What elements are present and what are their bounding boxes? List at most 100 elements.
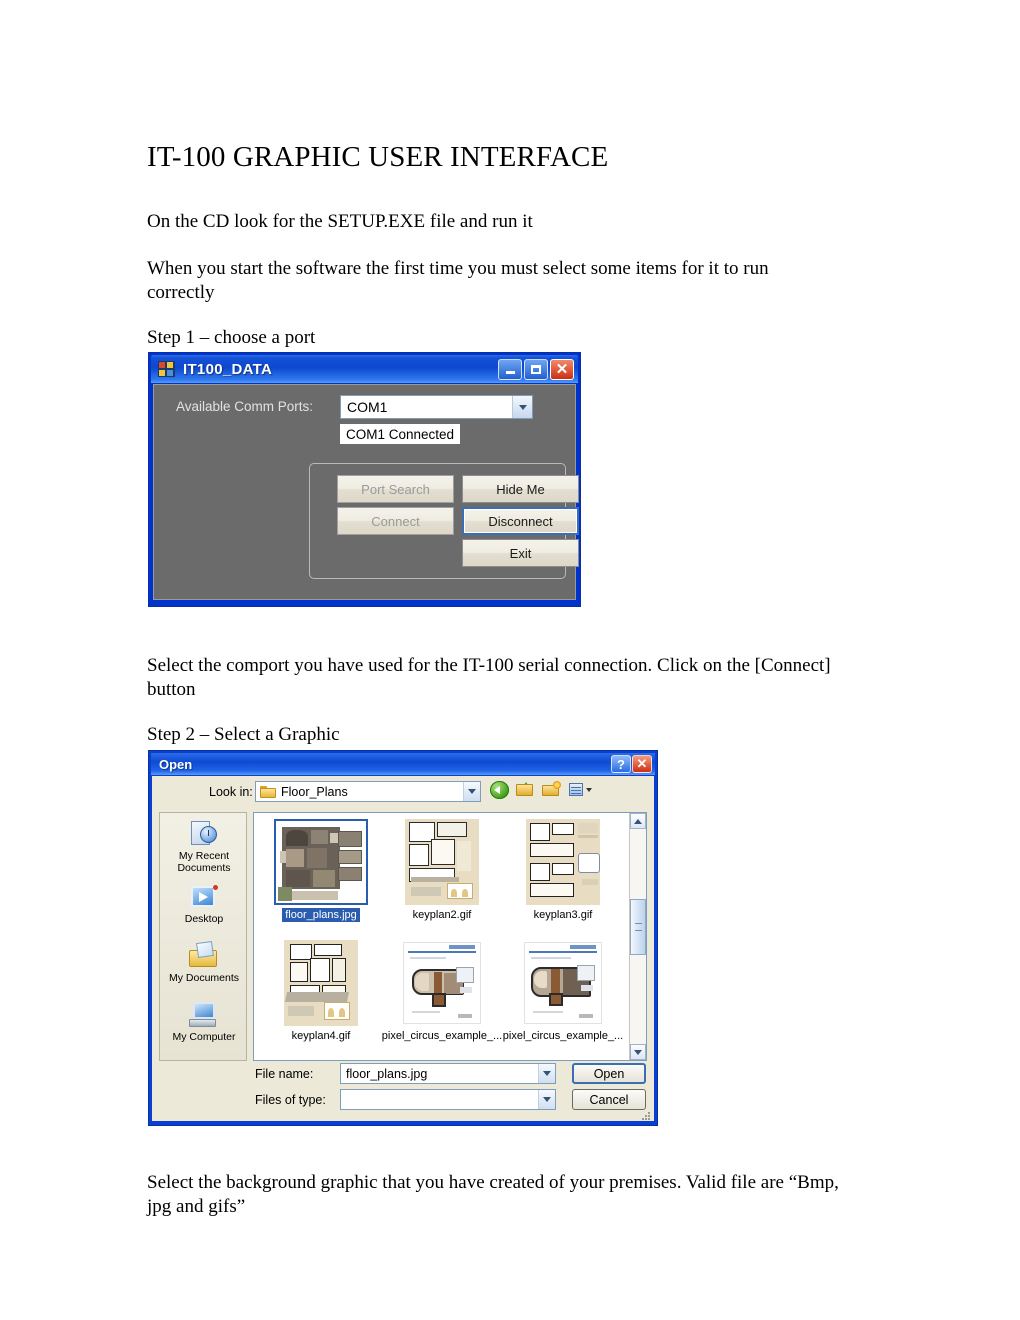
- maximize-button[interactable]: [524, 358, 548, 380]
- new-folder-icon[interactable]: [542, 781, 561, 799]
- file-name-input[interactable]: floor_plans.jpg: [340, 1063, 556, 1084]
- file-thumbnail[interactable]: [274, 819, 368, 905]
- chevron-down-icon[interactable]: [463, 782, 480, 801]
- places-bar: My Recent Documents Desktop My Documents …: [159, 812, 247, 1061]
- file-name-label: keyplan3.gif: [533, 909, 593, 921]
- recent-documents-icon: [187, 819, 221, 849]
- file-item[interactable]: pixel_circus_example_...: [503, 940, 623, 1043]
- file-grid: floor_plans.jpg keyplan2.gif keyplan3.gi…: [254, 813, 629, 1060]
- minimize-button[interactable]: [498, 358, 522, 380]
- scroll-down-button[interactable]: [630, 1044, 646, 1060]
- file-thumbnail[interactable]: [395, 819, 489, 905]
- grip-icon: [634, 923, 642, 931]
- scroll-up-button[interactable]: [630, 813, 646, 829]
- file-name-label: floor_plans.jpg: [282, 908, 360, 922]
- lookin-label: Look in:: [209, 785, 253, 799]
- open-dialog-client-area: Look in: Floor_Plans My Recent Documents…: [152, 776, 654, 1121]
- my-documents-icon: [187, 940, 221, 971]
- file-name-value: floor_plans.jpg: [346, 1066, 428, 1081]
- it100-button-group: Port Search Connect Hide Me Disconnect E…: [309, 463, 579, 579]
- close-button[interactable]: ✕: [632, 755, 652, 773]
- file-item[interactable]: pixel_circus_example_...: [382, 940, 502, 1043]
- document-page: IT-100 GRAPHIC USER INTERFACE On the CD …: [0, 0, 1020, 1320]
- open-dialog-toolbar: [490, 781, 592, 799]
- maximize-icon: [531, 364, 541, 374]
- place-label: Desktop: [184, 913, 224, 925]
- resize-grip[interactable]: [642, 1110, 652, 1120]
- open-file-dialog: Open ? ✕ Look in: Floor_Plans My Recent …: [148, 750, 658, 1126]
- place-desktop[interactable]: Desktop: [160, 882, 246, 926]
- back-icon[interactable]: [490, 781, 509, 799]
- views-icon[interactable]: [568, 781, 592, 799]
- it100-window-title: IT100_DATA: [183, 360, 273, 378]
- page-title: IT-100 GRAPHIC USER INTERFACE: [147, 141, 609, 174]
- close-button[interactable]: ✕: [550, 358, 574, 380]
- file-thumbnail[interactable]: [274, 940, 368, 1026]
- cancel-button[interactable]: Cancel: [572, 1089, 646, 1110]
- file-list-scrollbar[interactable]: [629, 813, 646, 1060]
- files-of-type-dropdown[interactable]: [340, 1089, 556, 1110]
- paragraph-first-run: When you start the software the first ti…: [147, 258, 769, 303]
- desktop-icon: [187, 882, 221, 912]
- port-search-button[interactable]: Port Search: [337, 475, 454, 503]
- file-name-label: pixel_circus_example_...: [381, 1030, 503, 1042]
- file-item[interactable]: floor_plans.jpg: [261, 819, 381, 922]
- exit-button[interactable]: Exit: [462, 539, 579, 567]
- file-name-label: keyplan2.gif: [412, 909, 472, 921]
- disconnect-button[interactable]: Disconnect: [462, 507, 579, 535]
- place-label: My Documents: [168, 972, 240, 984]
- file-item[interactable]: keyplan4.gif: [261, 940, 381, 1043]
- scrollbar-thumb[interactable]: [630, 899, 646, 955]
- lookin-value: Floor_Plans: [281, 784, 348, 799]
- files-of-type-field-label: Files of type:: [255, 1093, 326, 1107]
- lookin-dropdown[interactable]: Floor_Plans: [255, 781, 481, 802]
- file-name-label: pixel_circus_example_...: [502, 1030, 624, 1042]
- my-network-icon: [187, 1059, 221, 1060]
- paragraph-background-graphic: Select the background graphic that you h…: [147, 1172, 839, 1217]
- application-icon: [158, 361, 175, 377]
- it100-data-window: IT100_DATA ✕ Available Comm Ports: COM1 …: [148, 352, 581, 607]
- file-list[interactable]: floor_plans.jpg keyplan2.gif keyplan3.gi…: [253, 812, 647, 1061]
- file-name-label: keyplan4.gif: [291, 1030, 351, 1042]
- window-buttons: ✕: [498, 358, 574, 380]
- chevron-down-icon[interactable]: [512, 396, 532, 418]
- close-icon: ✕: [555, 360, 569, 378]
- open-dialog-titlebar[interactable]: Open ? ✕: [151, 753, 655, 775]
- up-one-level-icon[interactable]: [516, 781, 535, 799]
- place-my-network[interactable]: My Network: [160, 1059, 246, 1060]
- place-my-computer[interactable]: My Computer: [160, 1000, 246, 1044]
- file-item[interactable]: keyplan3.gif: [503, 819, 623, 922]
- hide-me-button[interactable]: Hide Me: [462, 475, 579, 503]
- chevron-down-icon: [634, 1049, 642, 1055]
- connection-status-text: COM1 Connected: [340, 424, 461, 444]
- file-thumbnail[interactable]: [516, 819, 610, 905]
- chevron-up-icon: [634, 818, 642, 824]
- help-button[interactable]: ?: [611, 755, 631, 773]
- comm-port-value: COM1: [347, 399, 388, 415]
- place-label: My Computer: [172, 1031, 236, 1043]
- chevron-down-icon[interactable]: [538, 1064, 555, 1083]
- lookin-row: Look in: Floor_Plans: [152, 776, 654, 808]
- file-item[interactable]: keyplan2.gif: [382, 819, 502, 922]
- it100-titlebar[interactable]: IT100_DATA ✕: [151, 355, 578, 383]
- file-thumbnail[interactable]: [395, 940, 489, 1026]
- connect-button[interactable]: Connect: [337, 507, 454, 535]
- heading-step-1: Step 1 – choose a port: [147, 327, 316, 348]
- file-thumbnail[interactable]: [516, 940, 610, 1026]
- place-my-recent-documents[interactable]: My Recent Documents: [160, 819, 246, 874]
- open-dialog-title: Open: [159, 756, 193, 772]
- available-comm-ports-label: Available Comm Ports:: [176, 399, 314, 414]
- heading-step-2: Step 2 – Select a Graphic: [147, 724, 340, 745]
- open-button[interactable]: Open: [572, 1063, 646, 1084]
- folder-icon: [260, 785, 276, 798]
- comm-port-dropdown[interactable]: COM1: [340, 395, 533, 419]
- it100-client-area: Available Comm Ports: COM1 COM1 Connecte…: [153, 384, 579, 600]
- place-my-documents[interactable]: My Documents: [160, 940, 246, 985]
- paragraph-comport-instruction: Select the comport you have used for the…: [147, 655, 831, 700]
- minimize-icon: [505, 371, 515, 374]
- place-label: My Recent Documents: [177, 850, 231, 874]
- open-dialog-window-buttons: ? ✕: [611, 755, 652, 773]
- paragraph-setup-instruction: On the CD look for the SETUP.EXE file an…: [147, 211, 533, 232]
- chevron-down-icon[interactable]: [538, 1090, 555, 1109]
- my-computer-icon: [187, 1000, 221, 1030]
